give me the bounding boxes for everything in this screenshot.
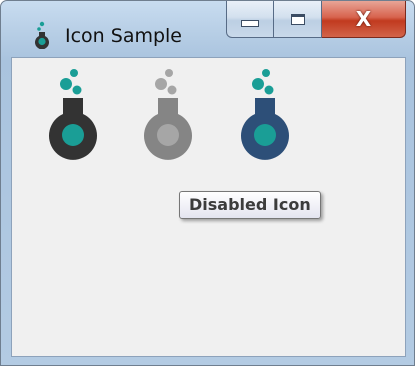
window-title: Icon Sample xyxy=(65,25,182,47)
bubble-small xyxy=(165,69,173,77)
client-area: Disabled Icon xyxy=(11,57,406,357)
bubble-medium xyxy=(72,85,82,95)
bubble-small xyxy=(262,69,270,77)
bubble-large xyxy=(60,78,72,90)
main-window: Icon Sample X Disabled Icon xyxy=(0,0,415,366)
flask-title-icon xyxy=(35,21,49,49)
caption-buttons: X xyxy=(226,1,406,39)
tooltip: Disabled Icon xyxy=(179,191,321,219)
maximize-button[interactable] xyxy=(274,1,322,38)
flask-icon-normal-graphic xyxy=(49,69,97,160)
flask-icon-disabled xyxy=(139,68,197,160)
bubble-small xyxy=(70,69,78,77)
flask-liquid xyxy=(254,124,276,146)
minimize-icon xyxy=(241,19,259,27)
flask-icon-normal[interactable] xyxy=(44,68,102,160)
flask-liquid xyxy=(157,124,179,146)
maximize-icon xyxy=(290,13,305,25)
flask-icon-disabled-graphic xyxy=(144,69,192,160)
close-icon: X xyxy=(355,7,372,31)
minimize-button[interactable] xyxy=(226,1,274,38)
bubble-large xyxy=(155,78,167,90)
bubble-medium xyxy=(167,85,177,95)
title-bar[interactable]: Icon Sample X xyxy=(1,1,414,57)
bubble-large xyxy=(252,78,264,90)
flask-icon-blue-graphic xyxy=(241,69,289,160)
flask-liquid xyxy=(62,124,84,146)
close-button[interactable]: X xyxy=(322,1,406,38)
bubble-medium xyxy=(264,85,274,95)
flask-icon-blue[interactable] xyxy=(236,68,294,160)
